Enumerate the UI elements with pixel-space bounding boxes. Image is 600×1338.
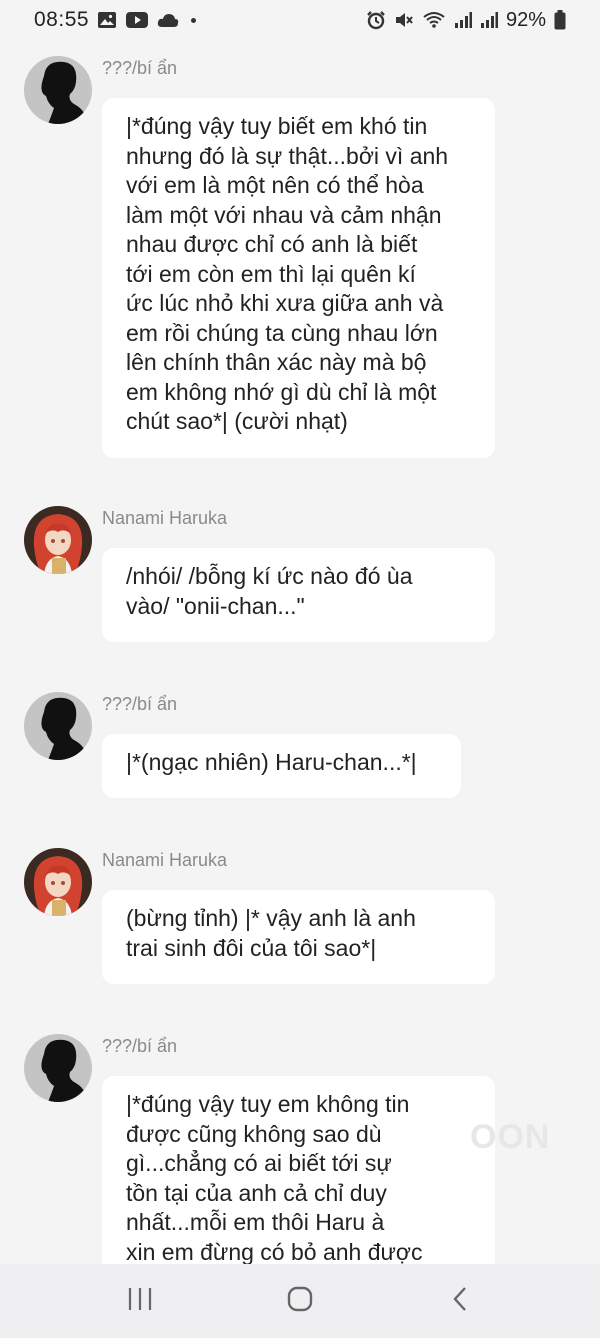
wifi-icon bbox=[422, 10, 446, 30]
mute-icon bbox=[394, 10, 414, 30]
avatar[interactable] bbox=[24, 506, 92, 574]
message-bubble: /nhói/ /bỗng kí ức nào đó ùa vào/ "onii-… bbox=[102, 548, 495, 642]
status-right: 92% bbox=[366, 9, 566, 32]
recent-apps-button[interactable] bbox=[110, 1276, 170, 1326]
battery-icon bbox=[554, 10, 566, 30]
dot-icon bbox=[191, 17, 197, 23]
avatar[interactable] bbox=[24, 1034, 92, 1102]
watermark: OON bbox=[470, 1118, 551, 1156]
sender-name: ???/bí ẩn bbox=[102, 694, 178, 714]
status-left: 08:55 bbox=[34, 8, 197, 32]
signal-icon bbox=[480, 11, 498, 29]
signal-icon bbox=[454, 11, 472, 29]
recent-apps-icon bbox=[126, 1286, 154, 1317]
cloud-icon bbox=[157, 12, 179, 28]
sender-name: ???/bí ẩn bbox=[102, 58, 178, 78]
navigation-bar bbox=[0, 1264, 600, 1338]
back-button[interactable] bbox=[430, 1276, 490, 1326]
message-bubble: |*đúng vậy tuy biết em khó tin nhưng đó … bbox=[102, 98, 495, 458]
back-icon bbox=[450, 1285, 470, 1318]
avatar[interactable] bbox=[24, 848, 92, 916]
status-bar: 08:55 92% bbox=[0, 0, 600, 40]
avatar[interactable] bbox=[24, 692, 92, 760]
battery-percent: 92% bbox=[505, 8, 546, 31]
alarm-icon bbox=[366, 10, 386, 30]
sender-name: Nanami Haruka bbox=[102, 508, 228, 528]
image-icon bbox=[97, 11, 117, 29]
message-bubble: |*(ngạc nhiên) Haru-chan...*| bbox=[102, 734, 461, 798]
youtube-icon bbox=[125, 11, 149, 29]
avatar[interactable] bbox=[24, 56, 92, 124]
status-time: 08:55 bbox=[34, 8, 90, 31]
home-icon bbox=[286, 1285, 314, 1318]
home-button[interactable] bbox=[270, 1276, 330, 1326]
message-bubble: (bừng tỉnh) |* vậy anh là anh trai sinh … bbox=[102, 890, 495, 984]
sender-name: Nanami Haruka bbox=[102, 850, 228, 870]
sender-name: ???/bí ẩn bbox=[102, 1036, 178, 1056]
